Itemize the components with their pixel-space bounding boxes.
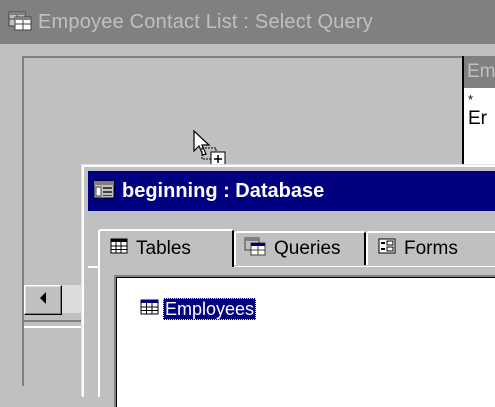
table-icon [140, 298, 160, 321]
database-window: beginning : Database Tables Queries Form… [82, 165, 495, 407]
field-list-title[interactable]: Em [464, 56, 495, 88]
pane-splitter-shadow [24, 320, 84, 322]
tab-forms-label: Forms [404, 238, 458, 259]
pointer-arrow-icon [193, 129, 226, 167]
tab-tables[interactable]: Tables [98, 229, 234, 267]
object-list[interactable]: Employees [114, 275, 495, 407]
field-list-field[interactable]: Er [468, 108, 487, 130]
list-item[interactable]: Employees [140, 297, 257, 321]
tab-tables-label: Tables [136, 238, 191, 259]
field-list-all-fields[interactable]: * [468, 92, 473, 107]
horizontal-scrollbar-track[interactable] [62, 285, 82, 313]
form-icon [378, 238, 396, 260]
pane-splitter-highlight[interactable] [24, 326, 84, 328]
tab-queries[interactable]: Queries [234, 231, 366, 265]
drag-copy-cursor [192, 129, 232, 170]
database-window-title: beginning : Database [122, 179, 325, 202]
tab-queries-label: Queries [274, 238, 341, 259]
tab-forms[interactable]: Forms [366, 231, 495, 265]
list-item-label: Employees [163, 298, 257, 320]
database-window-titlebar[interactable]: beginning : Database [88, 171, 495, 211]
arrow-left-icon [38, 291, 48, 309]
query-window-titlebar[interactable]: Empoyee Contact List : Select Query [0, 0, 495, 44]
table-icon [110, 238, 128, 260]
query-window-icon [8, 9, 32, 36]
query-window-title: Empoyee Contact List : Select Query [38, 10, 373, 33]
scroll-left-button[interactable] [24, 285, 62, 315]
query-icon [244, 236, 266, 262]
database-icon [92, 178, 116, 205]
tables-tab-panel: Employees [98, 267, 495, 407]
